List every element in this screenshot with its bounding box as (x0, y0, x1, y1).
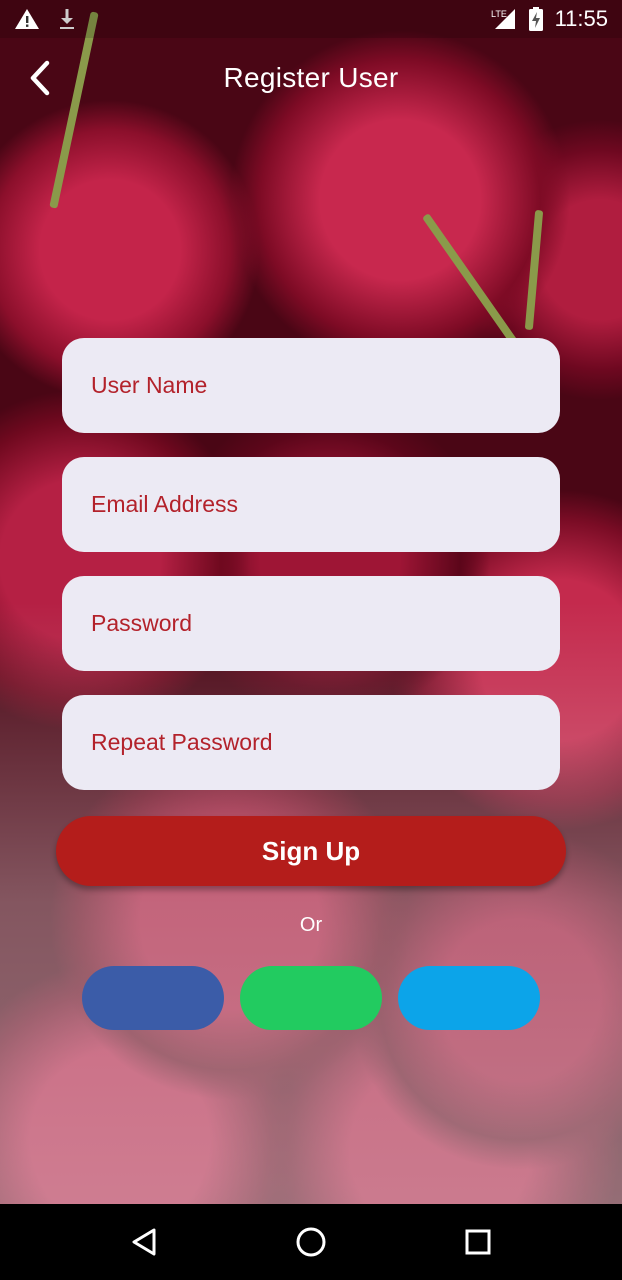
whatsapp-login-button[interactable] (240, 966, 382, 1030)
home-circle-icon (295, 1226, 327, 1258)
repeat-password-field[interactable] (62, 695, 560, 790)
nav-home-button[interactable] (281, 1212, 341, 1272)
battery-charging-icon (528, 7, 543, 31)
or-divider-label: Or (299, 914, 323, 936)
page-title: Register User (223, 62, 399, 93)
password-field[interactable] (62, 576, 560, 671)
back-button[interactable] (20, 56, 60, 100)
username-field[interactable] (62, 338, 560, 433)
svg-text:LTE: LTE (491, 9, 507, 19)
system-navigation-bar (0, 1204, 622, 1280)
facebook-login-button[interactable] (82, 966, 224, 1030)
recents-square-icon (464, 1228, 492, 1256)
app-bar: Register User (0, 42, 622, 114)
signal-icon: LTE (491, 7, 517, 31)
status-bar: LTE 11:55 (0, 0, 622, 38)
back-triangle-icon (130, 1227, 158, 1257)
twitter-login-button[interactable] (398, 966, 540, 1030)
warning-icon (14, 8, 40, 30)
nav-back-button[interactable] (114, 1212, 174, 1272)
email-field[interactable] (62, 457, 560, 552)
sign-up-button[interactable]: Sign Up (56, 816, 566, 886)
chevron-left-icon (28, 60, 52, 96)
status-time: 11:55 (554, 6, 608, 31)
download-icon (58, 7, 76, 31)
nav-recents-button[interactable] (448, 1212, 508, 1272)
